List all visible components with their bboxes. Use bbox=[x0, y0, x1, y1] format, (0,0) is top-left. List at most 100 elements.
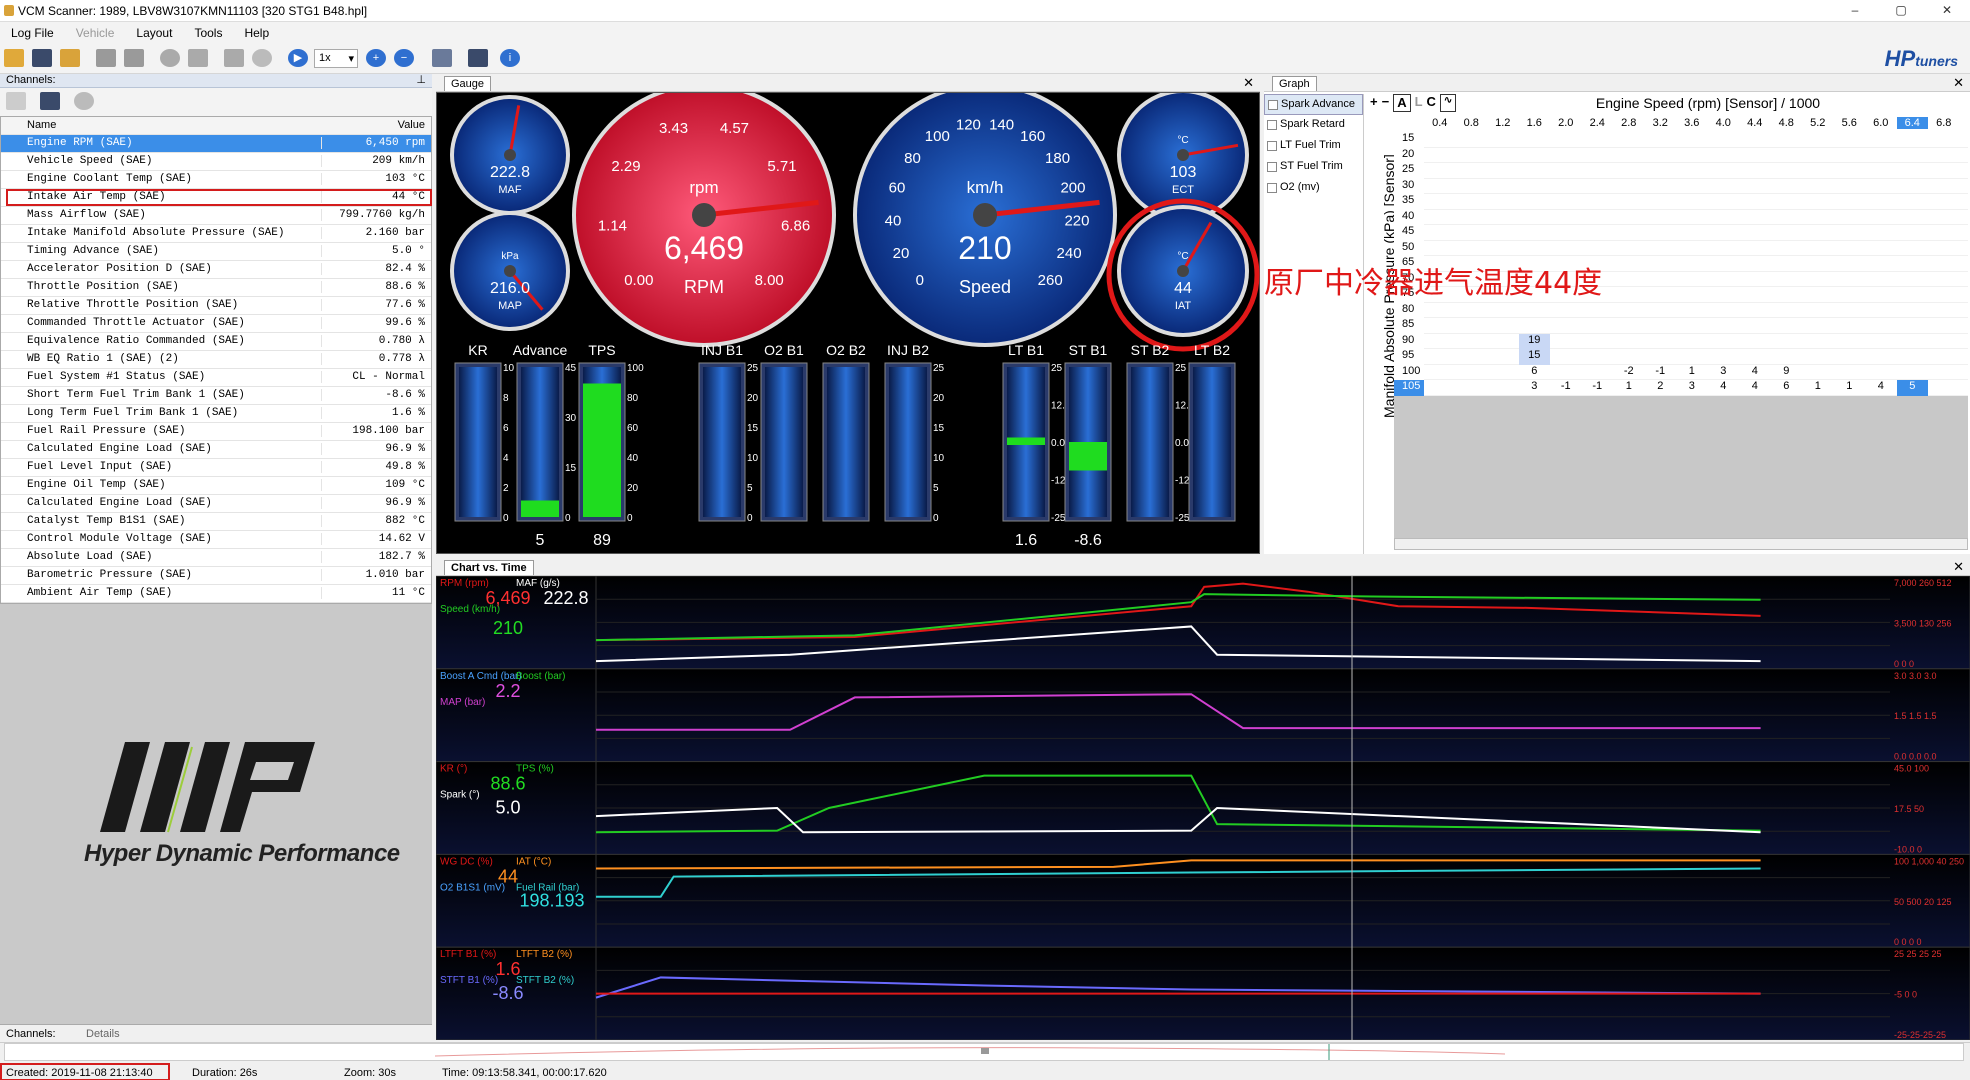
channel-row[interactable]: Commanded Throttle Actuator (SAE) 99.6 % bbox=[1, 315, 431, 333]
graph-lock-button[interactable]: L bbox=[1415, 94, 1423, 112]
graph-col-label: 4.0 bbox=[1715, 117, 1731, 129]
chart-close-icon[interactable]: ✕ bbox=[1953, 559, 1964, 575]
channel-row[interactable]: Fuel Level Input (SAE) 49.8 % bbox=[1, 459, 431, 477]
channel-value: 0.778 λ bbox=[321, 353, 425, 365]
open-folder-icon[interactable] bbox=[4, 49, 24, 67]
graph-auto-button[interactable]: A bbox=[1393, 94, 1411, 112]
zoom-in-icon[interactable]: + bbox=[366, 49, 386, 67]
speed-tick-label: 200 bbox=[1060, 180, 1085, 197]
ect-label: ECT bbox=[1172, 184, 1194, 196]
tab-chart-vs-time[interactable]: Chart vs. Time bbox=[444, 560, 534, 575]
graph-zoom-in-button[interactable]: + bbox=[1370, 94, 1378, 112]
channel-row[interactable]: Vehicle Speed (SAE) 209 km/h bbox=[1, 153, 431, 171]
graph-zoom-out-button[interactable]: − bbox=[1382, 94, 1390, 112]
channel-row[interactable]: WB EQ Ratio 1 (SAE) (2) 0.778 λ bbox=[1, 351, 431, 369]
export-icon[interactable] bbox=[468, 49, 488, 67]
info-icon[interactable]: i bbox=[500, 49, 520, 67]
channel-row[interactable]: Long Term Fuel Trim Bank 1 (SAE) 1.6 % bbox=[1, 405, 431, 423]
graph-list-item[interactable]: ST Fuel Trim bbox=[1264, 157, 1363, 178]
channel-row[interactable]: Ambient Air Temp (SAE) 11 °C bbox=[1, 585, 431, 603]
save-icon[interactable] bbox=[32, 49, 52, 67]
channel-add-icon[interactable] bbox=[6, 92, 26, 110]
channels-table-header: Name Value bbox=[1, 117, 431, 135]
tab-gauge[interactable]: Gauge bbox=[444, 76, 492, 91]
power-icon[interactable] bbox=[252, 49, 272, 67]
bar-scale-label: 2 bbox=[503, 483, 509, 494]
graph-cell: 6 bbox=[1531, 364, 1538, 377]
rpm-value: 6,469 bbox=[664, 230, 744, 266]
col-name-header[interactable]: Name bbox=[27, 119, 56, 131]
channel-row[interactable]: Intake Manifold Absolute Pressure (SAE) 2… bbox=[1, 225, 431, 243]
save-as-icon[interactable] bbox=[60, 49, 80, 67]
playback-speed-select[interactable]: 1x ▾ bbox=[314, 49, 358, 68]
graph-h-scrollbar[interactable] bbox=[1394, 538, 1968, 550]
vehicle-disconnect-icon[interactable] bbox=[124, 49, 144, 67]
graph-cell: 4 bbox=[1720, 380, 1727, 392]
channel-row[interactable]: Engine Oil Temp (SAE) 109 °C bbox=[1, 477, 431, 495]
channel-save-icon[interactable] bbox=[40, 92, 60, 110]
graph-cell-button[interactable]: C bbox=[1427, 94, 1436, 112]
channel-row[interactable]: Fuel System #1 Status (SAE) CL - Normal bbox=[1, 369, 431, 387]
channel-name: Equivalence Ratio Commanded (SAE) bbox=[27, 335, 245, 347]
channel-row[interactable]: Relative Throttle Position (SAE) 77.6 % bbox=[1, 297, 431, 315]
restore-button[interactable]: ▢ bbox=[1878, 0, 1924, 22]
zoom-out-icon[interactable]: − bbox=[394, 49, 414, 67]
layout-icon[interactable] bbox=[432, 49, 452, 67]
graph-col-label: 1.2 bbox=[1495, 117, 1511, 129]
channel-row[interactable]: Equivalence Ratio Commanded (SAE) 0.780 λ bbox=[1, 333, 431, 351]
graph-list-item[interactable]: O2 (mv) bbox=[1264, 178, 1363, 199]
channel-row[interactable]: Throttle Position (SAE) 88.6 % bbox=[1, 279, 431, 297]
vehicle-connect-icon[interactable] bbox=[96, 49, 116, 67]
graph-list-item[interactable]: Spark Retard bbox=[1264, 115, 1363, 136]
menu-help[interactable]: Help bbox=[233, 22, 280, 44]
graph-list-item[interactable]: LT Fuel Trim bbox=[1264, 136, 1363, 157]
checkbox-icon[interactable] bbox=[1267, 120, 1277, 130]
channel-row[interactable]: Barometric Pressure (SAE) 1.010 bar bbox=[1, 567, 431, 585]
menu-log-file[interactable]: Log File bbox=[0, 22, 65, 44]
menu-bar: Log File Vehicle Layout Tools Help bbox=[0, 22, 1970, 44]
channel-row[interactable]: Engine Coolant Temp (SAE) 103 °C bbox=[1, 171, 431, 189]
channel-row[interactable]: Catalyst Temp B1S1 (SAE) 882 °C bbox=[1, 513, 431, 531]
graph-list-label: O2 (mv) bbox=[1280, 181, 1320, 193]
close-button[interactable]: ✕ bbox=[1924, 0, 1970, 22]
tab-graph[interactable]: Graph bbox=[1272, 76, 1317, 91]
checkbox-icon[interactable] bbox=[1267, 183, 1277, 193]
speed-value: 210 bbox=[958, 230, 1011, 266]
gauge-close-icon[interactable]: ✕ bbox=[1243, 75, 1254, 91]
menu-layout[interactable]: Layout bbox=[125, 22, 183, 44]
channel-row[interactable]: Accelerator Position D (SAE) 82.4 % bbox=[1, 261, 431, 279]
checkbox-icon[interactable] bbox=[1268, 100, 1278, 110]
channel-value: 182.7 % bbox=[321, 551, 425, 563]
channel-row[interactable]: Fuel Rail Pressure (SAE) 198.100 bar bbox=[1, 423, 431, 441]
channel-row[interactable]: Calculated Engine Load (SAE) 96.9 % bbox=[1, 441, 431, 459]
graph-close-icon[interactable]: ✕ bbox=[1953, 75, 1964, 91]
speed-tick-label: 220 bbox=[1064, 213, 1089, 230]
lane-scale: 0 0 0 0 bbox=[1894, 937, 1922, 947]
pin-icon[interactable]: ⊥ bbox=[416, 74, 426, 87]
tab-details[interactable]: Details bbox=[86, 1028, 120, 1040]
channel-row[interactable]: Timing Advance (SAE) 5.0 ° bbox=[1, 243, 431, 261]
speed-tick-label: 240 bbox=[1057, 245, 1082, 262]
channel-row[interactable]: Short Term Fuel Trim Bank 1 (SAE) -8.6 % bbox=[1, 387, 431, 405]
channel-row[interactable]: Engine RPM (SAE) 6,450 rpm bbox=[1, 135, 431, 153]
menu-tools[interactable]: Tools bbox=[183, 22, 233, 44]
timeline-scrollbar[interactable] bbox=[4, 1043, 1964, 1061]
channel-row[interactable]: Calculated Engine Load (SAE) 96.9 % bbox=[1, 495, 431, 513]
channel-row[interactable]: Mass Airflow (SAE) 799.7760 kg/h bbox=[1, 207, 431, 225]
minimize-button[interactable]: – bbox=[1832, 0, 1878, 22]
checkbox-icon[interactable] bbox=[1267, 141, 1277, 151]
tab-channels[interactable]: Channels: bbox=[6, 1028, 56, 1040]
channel-row[interactable]: Absolute Load (SAE) 182.7 % bbox=[1, 549, 431, 567]
col-value-header[interactable]: Value bbox=[321, 119, 425, 131]
stop-icon[interactable] bbox=[188, 49, 208, 67]
channel-row[interactable]: Control Module Voltage (SAE) 14.62 V bbox=[1, 531, 431, 549]
menu-vehicle[interactable]: Vehicle bbox=[65, 22, 126, 44]
channel-settings-icon[interactable] bbox=[74, 92, 94, 110]
play-icon[interactable]: ▶ bbox=[288, 49, 308, 67]
lane-value: 222.8 bbox=[543, 588, 588, 608]
settings-icon[interactable] bbox=[224, 49, 244, 67]
graph-list-item[interactable]: Spark Advance bbox=[1264, 94, 1363, 115]
checkbox-icon[interactable] bbox=[1267, 162, 1277, 172]
channel-value: 2.160 bar bbox=[321, 227, 425, 239]
record-icon[interactable] bbox=[160, 49, 180, 67]
